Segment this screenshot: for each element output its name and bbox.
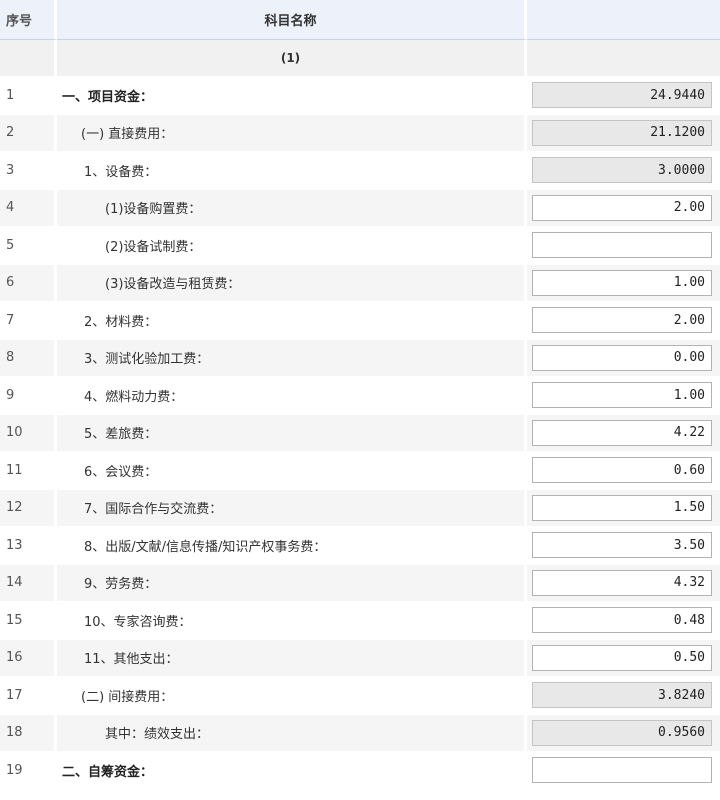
row-subject-name: 9、劳务费： — [57, 564, 527, 602]
row-serial-number: 17 — [0, 677, 57, 715]
amount-input[interactable] — [532, 757, 712, 784]
row-subject-name: 5、差旅费： — [57, 414, 527, 452]
amount-input[interactable]: 1.50 — [532, 494, 712, 521]
row-value-cell — [527, 752, 720, 790]
row-subject-name: (3)设备改造与租赁费： — [57, 264, 527, 302]
row-serial-number: 4 — [0, 189, 57, 227]
row-serial-number: 7 — [0, 302, 57, 340]
row-serial-number: 13 — [0, 527, 57, 565]
row-serial-number: 15 — [0, 602, 57, 640]
amount-input[interactable]: 2.00 — [532, 194, 712, 221]
row-value-cell: 0.9560 — [527, 714, 720, 752]
row-subject-name: (2)设备试制费： — [57, 227, 527, 265]
amount-readonly-field: 24.9440 — [532, 82, 712, 109]
row-subject-name: 一、项目资金： — [57, 77, 527, 115]
row-serial-number: 2 — [0, 114, 57, 152]
row-subject-name: 11、其他支出： — [57, 639, 527, 677]
row-value-cell: 2.00 — [527, 189, 720, 227]
row-value-cell: 0.00 — [527, 339, 720, 377]
subheader-value — [527, 40, 720, 77]
row-subject-name: 7、国际合作与交流费： — [57, 489, 527, 527]
row-subject-name: 4、燃料动力费： — [57, 377, 527, 415]
row-value-cell: 0.48 — [527, 602, 720, 640]
row-value-cell: 1.00 — [527, 377, 720, 415]
row-value-cell: 1.00 — [527, 264, 720, 302]
row-subject-name: 6、会议费： — [57, 452, 527, 490]
amount-input[interactable]: 1.00 — [532, 382, 712, 409]
row-value-cell: 3.0000 — [527, 152, 720, 190]
header-subject-name: 科目名称 — [57, 0, 527, 40]
amount-input[interactable]: 4.32 — [532, 569, 712, 596]
row-serial-number: 18 — [0, 714, 57, 752]
amount-input[interactable]: 1.00 — [532, 269, 712, 296]
row-serial-number: 3 — [0, 152, 57, 190]
row-serial-number: 19 — [0, 752, 57, 790]
amount-readonly-field: 3.0000 — [532, 157, 712, 184]
row-value-cell — [527, 227, 720, 265]
row-serial-number: 10 — [0, 414, 57, 452]
row-value-cell: 0.50 — [527, 639, 720, 677]
row-subject-name: (一) 直接费用： — [57, 114, 527, 152]
row-subject-name: 二、自筹资金： — [57, 752, 527, 790]
row-serial-number: 9 — [0, 377, 57, 415]
row-value-cell: 3.50 — [527, 527, 720, 565]
row-serial-number: 12 — [0, 489, 57, 527]
budget-table: 序号 科目名称 (1) 1 一、项目资金： 24.9440 2 (一) 直接费用： 21.… — [0, 0, 720, 790]
amount-readonly-field: 0.9560 — [532, 719, 712, 746]
row-serial-number: 5 — [0, 227, 57, 265]
amount-input[interactable]: 0.60 — [532, 457, 712, 484]
row-value-cell: 3.8240 — [527, 677, 720, 715]
row-subject-name: (二) 间接费用： — [57, 677, 527, 715]
row-subject-name: 3、测试化验加工费： — [57, 339, 527, 377]
subheader-serial-number — [0, 40, 57, 77]
row-serial-number: 16 — [0, 639, 57, 677]
amount-input[interactable]: 0.00 — [532, 344, 712, 371]
amount-input[interactable]: 4.22 — [532, 419, 712, 446]
row-value-cell: 4.22 — [527, 414, 720, 452]
row-subject-name: 1、设备费： — [57, 152, 527, 190]
row-value-cell: 4.32 — [527, 564, 720, 602]
amount-input[interactable]: 3.50 — [532, 532, 712, 559]
row-value-cell: 24.9440 — [527, 77, 720, 115]
row-serial-number: 8 — [0, 339, 57, 377]
row-value-cell: 0.60 — [527, 452, 720, 490]
amount-input[interactable]: 0.50 — [532, 644, 712, 671]
header-value — [527, 0, 720, 40]
row-value-cell: 1.50 — [527, 489, 720, 527]
row-value-cell: 2.00 — [527, 302, 720, 340]
amount-input[interactable]: 2.00 — [532, 307, 712, 334]
row-serial-number: 11 — [0, 452, 57, 490]
row-subject-name: (1)设备购置费： — [57, 189, 527, 227]
row-subject-name: 其中：绩效支出： — [57, 714, 527, 752]
amount-readonly-field: 21.1200 — [532, 119, 712, 146]
amount-input[interactable] — [532, 232, 712, 259]
header-serial-number: 序号 — [0, 0, 57, 40]
row-subject-name: 8、出版/文献/信息传播/知识产权事务费： — [57, 527, 527, 565]
row-subject-name: 2、材料费： — [57, 302, 527, 340]
amount-readonly-field: 3.8240 — [532, 682, 712, 709]
row-serial-number: 1 — [0, 77, 57, 115]
amount-input[interactable]: 0.48 — [532, 607, 712, 634]
row-value-cell: 21.1200 — [527, 114, 720, 152]
row-subject-name: 10、专家咨询费： — [57, 602, 527, 640]
row-serial-number: 14 — [0, 564, 57, 602]
row-serial-number: 6 — [0, 264, 57, 302]
subheader-column-index: (1) — [57, 40, 527, 77]
